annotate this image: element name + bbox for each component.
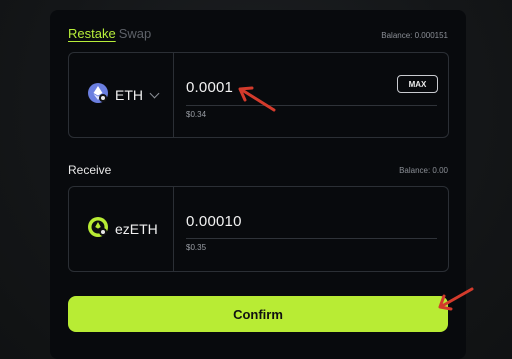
confirm-button[interactable]: Confirm: [68, 296, 448, 332]
restake-card: Restake Swap Balance: 0.000151 ETH 0.0001…: [50, 10, 466, 359]
amount-underline: [186, 105, 437, 106]
tab-swap[interactable]: Swap: [119, 26, 152, 41]
receive-balance: Balance: 0.00: [399, 166, 448, 175]
ezeth-icon: [88, 216, 108, 242]
to-token-display: ezETH: [69, 187, 174, 271]
receive-label: Receive: [68, 163, 112, 177]
eth-icon: [88, 82, 108, 108]
to-usd-value: $0.35: [186, 243, 207, 252]
annotation-arrow-confirm: [438, 287, 474, 311]
to-token-name: ezETH: [115, 221, 158, 237]
from-usd-value: $0.34: [186, 110, 207, 119]
to-token-box: ezETH 0.00010 $0.35: [68, 186, 449, 272]
amount-input[interactable]: 0.0001: [186, 79, 233, 96]
from-token-name: ETH: [115, 87, 143, 103]
restake-balance: Balance: 0.000151: [381, 31, 448, 40]
receive-underline: [186, 238, 437, 239]
annotation-arrow-amount: [238, 86, 276, 112]
receive-amount: 0.00010: [186, 213, 242, 230]
tab-bar: Restake Swap: [68, 26, 151, 41]
from-token-selector[interactable]: ETH: [69, 53, 174, 137]
chevron-down-icon: [149, 88, 160, 98]
max-button[interactable]: MAX: [397, 75, 438, 93]
tab-restake[interactable]: Restake: [68, 26, 116, 41]
